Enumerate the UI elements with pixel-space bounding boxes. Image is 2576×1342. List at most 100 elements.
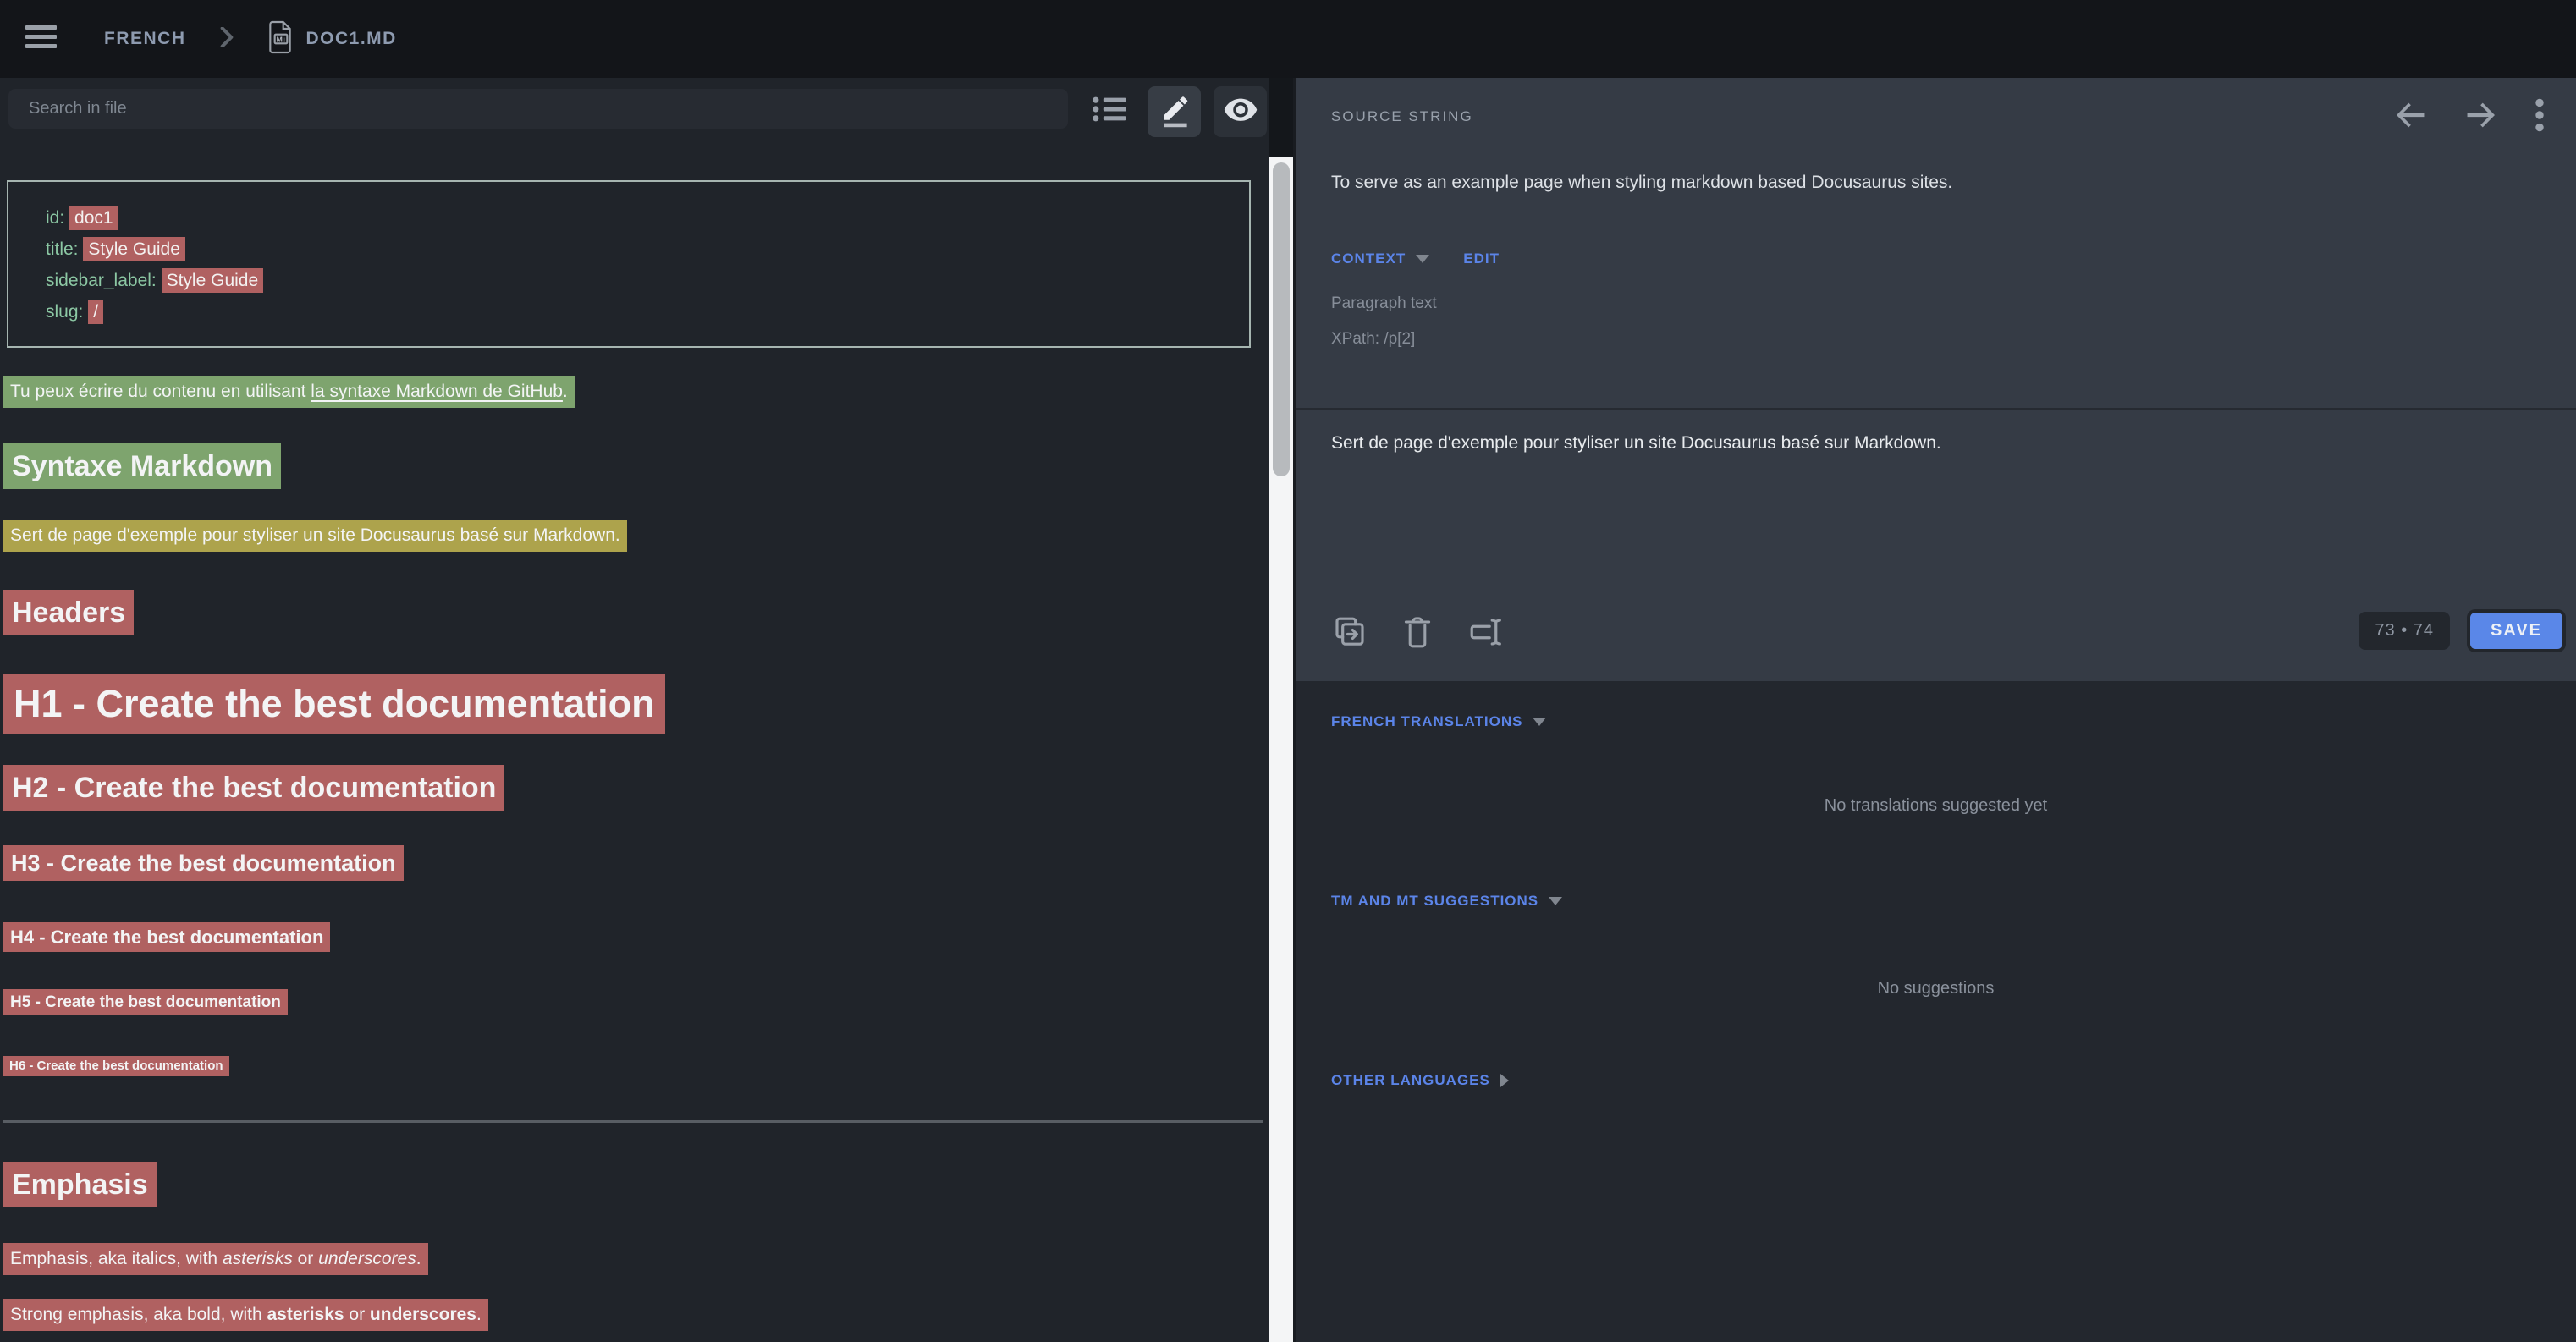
doc-string[interactable]: H3 - Create the best documentation [3,845,404,881]
editor-toolbar: 73 • 74 SAVE [1296,609,2576,660]
doc-block-h6: H6 - Create the best documentation [3,1056,229,1076]
doc-text-segment: Strong emphasis, aka bold, with [10,1305,267,1324]
string-list-icon[interactable] [1088,91,1131,127]
doc-text-segment: Emphasis, aka italics, with [10,1249,223,1268]
doc-text-segment: H5 - Create the best documentation [10,993,281,1011]
doc-block-h4: H4 - Create the best documentation [3,922,330,952]
tm-mt-suggestions-section[interactable]: TM AND MT SUGGESTIONS [1331,893,1562,910]
doc-string[interactable]: Sert de page d'exemple pour styliser un … [3,520,627,552]
section-divider [1296,408,2576,410]
french-translations-section[interactable]: FRENCH TRANSLATIONS [1331,713,1546,730]
doc-string[interactable]: Strong emphasis, aka bold, with asterisk… [3,1299,488,1331]
svg-text:M↓: M↓ [276,35,286,43]
previous-string-icon[interactable] [2395,101,2427,129]
doc-text-segment: H2 - Create the best documentation [12,772,496,804]
doc-block-h1: H1 - Create the best documentation [3,674,665,734]
doc-string[interactable]: Headers [3,590,134,635]
doc-text-segment: H6 - Create the best documentation [9,1059,223,1073]
rename-key-icon[interactable] [1468,614,1504,650]
breadcrumb: FRENCH M↓ DOC1.MD [104,0,397,78]
doc-string[interactable]: H4 - Create the best documentation [3,922,330,952]
doc-text-segment: asterisks [267,1305,344,1324]
context-row: CONTEXT EDIT [1331,250,1500,267]
breadcrumb-project[interactable]: FRENCH [104,29,186,49]
translation-editor[interactable]: Sert de page d'exemple pour styliser un … [1331,433,2542,454]
doc-text-segment: . [563,382,568,401]
doc-text-segment: H3 - Create the best documentation [11,850,396,876]
doc-block-h2: Emphasis [3,1162,157,1207]
frontmatter-key: id: [46,208,69,228]
doc-block-h3: H3 - Create the best documentation [3,845,404,881]
frontmatter-key: title: [46,239,83,259]
string-navigation [2395,98,2546,132]
context-xpath: XPath: /p[2] [1331,330,1415,349]
save-button[interactable]: SAVE [2467,609,2566,652]
frontmatter-string[interactable]: doc1 [69,206,118,230]
other-languages-section[interactable]: OTHER LANGUAGES [1331,1072,1509,1089]
frontmatter-line: slug: / [46,296,1232,327]
app-window: FRENCH M↓ DOC1.MD [0,0,2576,1342]
preview-mode-button[interactable] [1214,86,1267,137]
eye-icon [1223,96,1258,128]
frontmatter-string[interactable]: Style Guide [162,268,264,293]
frontmatter-string[interactable]: Style Guide [83,237,185,261]
doc-text-segment: . [416,1249,421,1268]
edit-context-button[interactable]: EDIT [1463,250,1500,267]
more-options-icon[interactable] [2534,98,2546,132]
no-suggestions-message: No suggestions [1296,979,2576,998]
doc-text-segment: Headers [12,597,125,629]
doc-text-segment: H1 - Create the best documentation [14,682,655,725]
no-translations-message: No translations suggested yet [1296,796,2576,816]
next-string-icon[interactable] [2464,101,2496,129]
document-content: id: doc1title: Style Guidesidebar_label:… [0,180,1269,1331]
character-counter: 73 • 74 [2359,612,2450,650]
doc-string[interactable]: Syntaxe Markdown [3,443,281,489]
context-toggle[interactable]: CONTEXT [1331,250,1406,267]
doc-text-segment: Emphasis [12,1169,148,1201]
frontmatter-key: sidebar_label: [46,271,162,290]
source-text: To serve as an example page when styling… [1331,173,1952,193]
breadcrumb-file[interactable]: M↓ DOC1.MD [267,20,397,58]
doc-block-h2: H2 - Create the best documentation [3,765,504,811]
frontmatter-line: sidebar_label: Style Guide [46,265,1232,296]
document-scrollbar[interactable] [1269,157,1293,1342]
doc-text-segment: or [293,1249,318,1268]
doc-string[interactable]: H6 - Create the best documentation [3,1056,229,1076]
doc-block-p: Emphasis, aka italics, with asterisks or… [3,1243,428,1275]
doc-link: la syntaxe Markdown de GitHub [311,382,563,401]
doc-block-p: Tu peux écrire du contenu en utilisant l… [3,376,575,408]
doc-string[interactable]: H1 - Create the best documentation [3,674,665,734]
doc-text-segment: . [476,1305,482,1324]
scrollbar-thumb[interactable] [1273,162,1290,476]
frontmatter-string[interactable]: / [88,300,103,324]
chevron-down-icon [1549,897,1562,905]
delete-translation-icon[interactable] [1404,614,1431,650]
doc-string[interactable]: H2 - Create the best documentation [3,765,504,811]
search-input[interactable] [8,89,1068,129]
search-box [8,89,1068,129]
chevron-down-icon [1416,255,1429,263]
doc-text-segment: underscores [370,1305,476,1324]
file-toolbar [0,78,1269,152]
document-panel: id: doc1title: Style Guidesidebar_label:… [0,78,1269,1342]
menu-icon[interactable] [25,25,57,48]
doc-string[interactable]: Emphasis [3,1162,157,1207]
doc-block-h2: Headers [3,590,134,635]
insert-source-text-icon[interactable] [1333,614,1367,650]
doc-text-segment: Sert de page d'exemple pour styliser un … [10,525,620,545]
chevron-down-icon [1533,718,1546,726]
doc-block-h5: H5 - Create the best documentation [3,989,288,1015]
edit-mode-button[interactable] [1148,86,1201,137]
frontmatter-key: slug: [46,302,88,322]
doc-text-segment: H4 - Create the best documentation [10,927,323,948]
doc-text-segment: Syntaxe Markdown [12,450,272,482]
horizontal-rule [3,1120,1263,1123]
doc-text-segment: asterisks [223,1249,293,1268]
markdown-file-icon: M↓ [267,20,294,58]
frontmatter-line: id: doc1 [46,202,1232,234]
doc-string[interactable]: Tu peux écrire du contenu en utilisant l… [3,376,575,408]
doc-string[interactable]: Emphasis, aka italics, with asterisks or… [3,1243,428,1275]
doc-text-segment: underscores [318,1249,416,1268]
doc-block-p: Strong emphasis, aka bold, with asterisk… [3,1299,488,1331]
doc-string[interactable]: H5 - Create the best documentation [3,989,288,1015]
